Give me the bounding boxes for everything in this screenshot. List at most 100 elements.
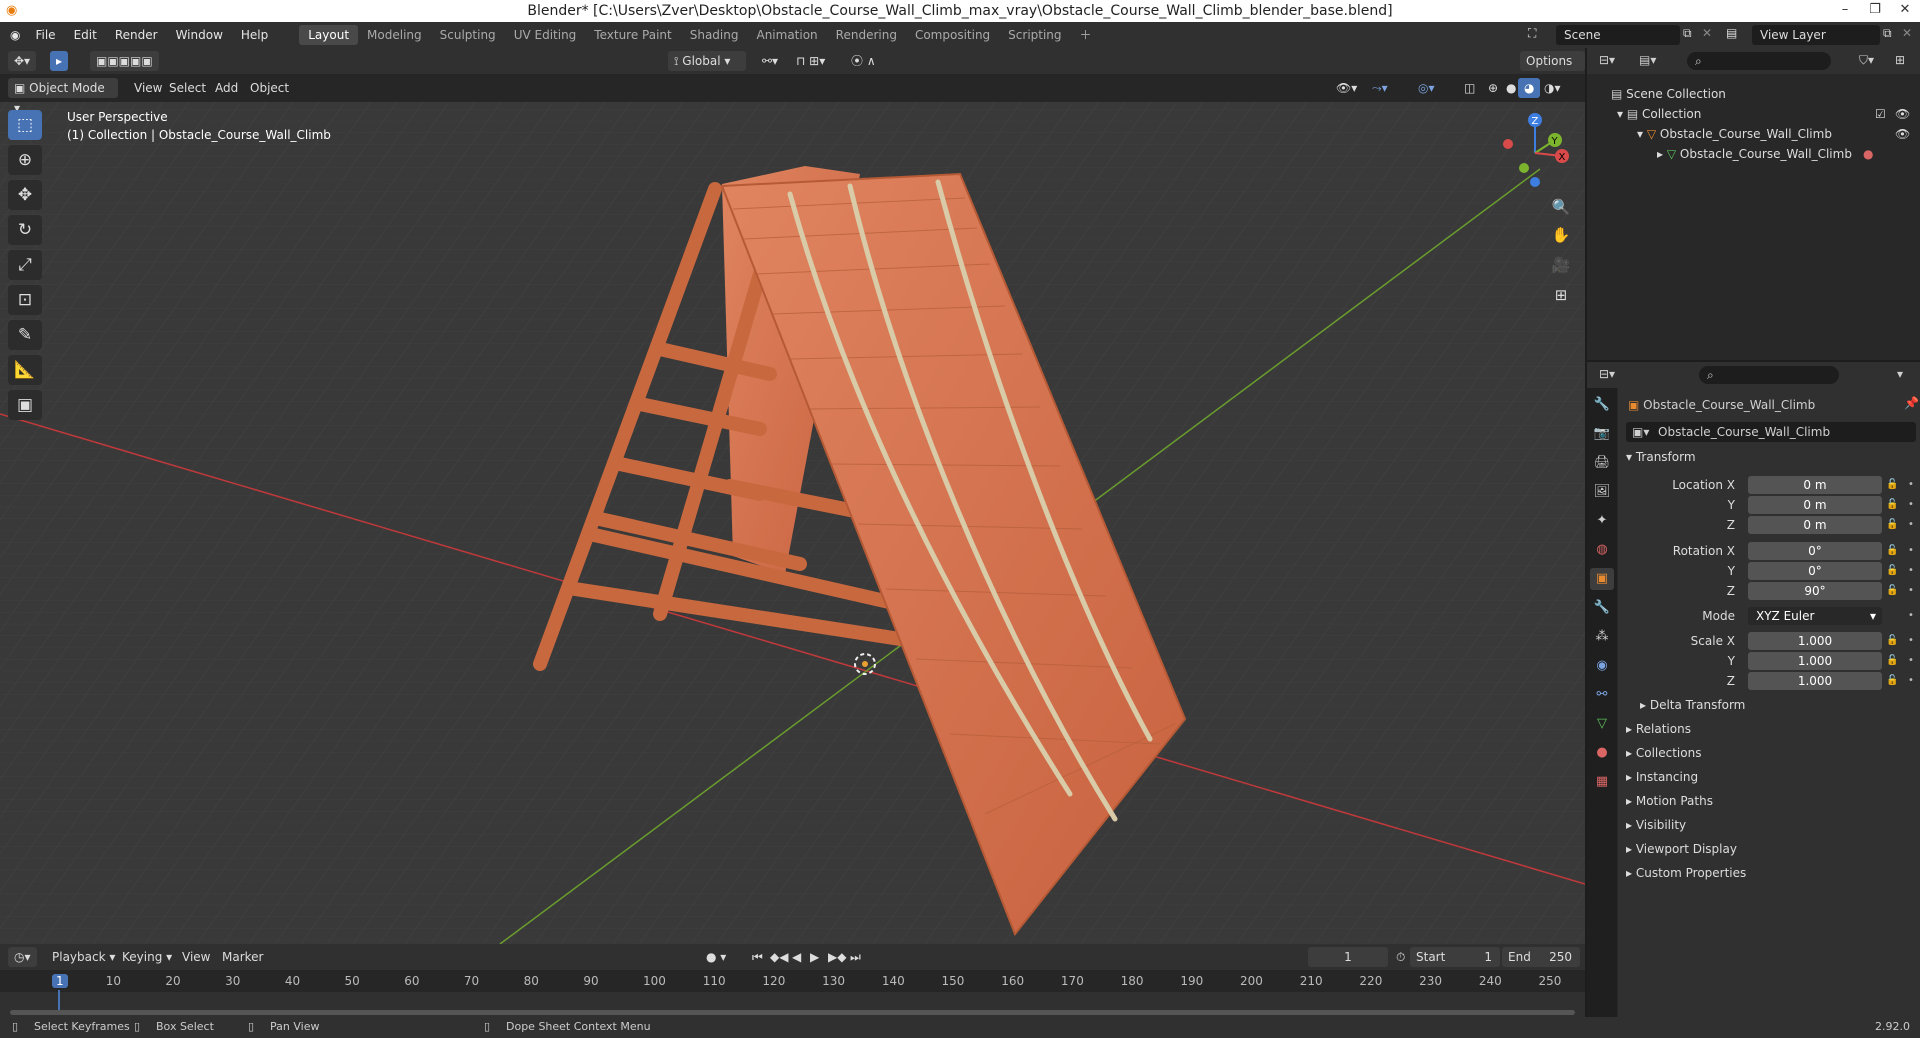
viewport-menu-add[interactable]: Add [209, 78, 244, 98]
tab-rendering[interactable]: Rendering [827, 25, 906, 45]
current-frame-field[interactable]: 1 [1308, 947, 1388, 967]
3d-viewport[interactable]: User Perspective (1) Collection | Obstac… [0, 74, 1585, 944]
minimize-icon[interactable]: – [1830, 0, 1860, 22]
viewport-display-panel[interactable]: ▸ Viewport Display [1626, 838, 1737, 860]
gizmo-icon[interactable]: ⤳▾ [1366, 78, 1394, 98]
rotation-mode-dropdown[interactable]: XYZ Euler ▾ [1748, 607, 1882, 625]
scene-tab-icon[interactable]: ✦ [1590, 510, 1614, 532]
scene-name-field[interactable]: Scene [1556, 25, 1680, 45]
motion-paths-panel[interactable]: ▸ Motion Paths [1626, 790, 1713, 812]
view-layer-field[interactable]: View Layer [1752, 25, 1880, 45]
timeline-menu-playback[interactable]: Playback ▾ [46, 947, 121, 967]
lock-icon[interactable]: 🔓 [1886, 582, 1898, 600]
lock-icon[interactable]: 🔓 [1886, 652, 1898, 670]
location-x-field[interactable]: 0 m [1748, 476, 1882, 494]
tab-layout[interactable]: Layout [299, 25, 359, 45]
keyframe-dot-icon[interactable]: • [1908, 542, 1914, 560]
custom-properties-panel[interactable]: ▸ Custom Properties [1626, 862, 1746, 884]
use-preview-range-icon[interactable]: ⏱ [1390, 947, 1411, 967]
start-frame-field[interactable]: Start 1 [1410, 947, 1500, 967]
new-view-layer-icon[interactable]: ⧉ [1883, 26, 1892, 41]
transform-tool-icon[interactable]: ⊡ [8, 285, 42, 315]
select-box-tool-icon[interactable]: ⬚ [8, 110, 42, 140]
lock-icon[interactable]: 🔓 [1886, 632, 1898, 650]
output-tab-icon[interactable]: 🖨 [1590, 452, 1614, 474]
properties-options-icon[interactable]: ▾ [1897, 367, 1903, 381]
keyframe-dot-icon[interactable]: • [1908, 632, 1914, 650]
scale-tool-icon[interactable]: ⤢ [8, 250, 42, 280]
expand-icon[interactable]: ▾ [1637, 127, 1647, 141]
new-scene-icon[interactable]: ⧉ [1683, 26, 1692, 41]
properties-editor-icon[interactable]: ⊟▾ [1599, 367, 1615, 381]
timeline-menu-marker[interactable]: Marker [216, 947, 269, 967]
rotation-y-field[interactable]: 0° [1748, 562, 1882, 580]
view-layer-icon[interactable]: ▤ [1726, 26, 1737, 40]
delta-transform-subpanel[interactable]: ▸ Delta Transform [1640, 694, 1745, 716]
pin-icon[interactable]: 📌 [1904, 396, 1919, 410]
tab-sculpting[interactable]: Sculpting [431, 25, 505, 45]
pan-hand-icon[interactable]: ✋ [1548, 222, 1574, 248]
instancing-panel[interactable]: ▸ Instancing [1626, 766, 1698, 788]
keyframe-dot-icon[interactable]: • [1908, 496, 1914, 514]
expand-icon[interactable]: ▾ [1617, 107, 1627, 121]
physics-tab-icon[interactable]: ◉ [1590, 655, 1614, 677]
location-z-field[interactable]: 0 m [1748, 516, 1882, 534]
tool-tab-icon[interactable]: 🔧 [1590, 394, 1614, 416]
keyframe-dot-icon[interactable]: • [1908, 476, 1914, 494]
scale-y-field[interactable]: 1.000 [1748, 652, 1882, 670]
timeline-ruler[interactable]: 1 10 20 30 40 50 60 70 80 90 100 110 120 130 140 150 160… [0, 970, 1585, 1015]
viewport-scene[interactable] [0, 74, 1585, 944]
xray-icon[interactable]: ◫ [1458, 78, 1481, 98]
object-mode-dropdown[interactable]: ▣ Object Mode ▾ [8, 78, 118, 115]
expand-icon[interactable]: ▸ [1657, 147, 1667, 161]
constraints-tab-icon[interactable]: ⚯ [1590, 684, 1614, 706]
cursor-tool-icon[interactable]: ⊕ [8, 145, 42, 175]
lock-icon[interactable]: 🔓 [1886, 516, 1898, 534]
lock-icon[interactable]: 🔓 [1886, 496, 1898, 514]
scene-selector-icon[interactable]: ⛶ [1528, 26, 1536, 41]
measure-tool-icon[interactable]: 📐 [8, 355, 42, 385]
select-tool-icon[interactable]: ▸ [50, 51, 69, 71]
timeline-editor-icon[interactable]: ◷▾ [8, 947, 37, 967]
keyframe-dot-icon[interactable]: • [1908, 516, 1914, 534]
texture-tab-icon[interactable]: ▦ [1590, 771, 1614, 793]
blender-menu-icon[interactable]: ◉ [0, 22, 26, 48]
transform-orientation-dropdown[interactable]: ⟟ Global ▾ [668, 51, 746, 71]
keyframe-dot-icon[interactable]: • [1908, 582, 1914, 600]
outliner-row-collection[interactable]: ▾ ▤ Collection ☑ 👁 [1587, 104, 1920, 124]
snap-icon[interactable]: ⊓ ⊞▾ [790, 51, 831, 71]
annotate-tool-icon[interactable]: ✎ [8, 320, 42, 350]
options-dropdown[interactable]: Options ▾ [1520, 51, 1585, 88]
move-tool-icon[interactable]: ✥ [8, 180, 42, 210]
transform-panel-header[interactable]: ▾ Transform [1626, 446, 1696, 468]
zoom-icon[interactable]: 🔍 [1548, 194, 1574, 220]
scale-z-field[interactable]: 1.000 [1748, 672, 1882, 690]
selection-mode-icons[interactable]: ▣▣▣▣▣ [90, 51, 159, 71]
menu-window[interactable]: Window [167, 22, 232, 48]
restore-icon[interactable]: ❐ [1860, 0, 1890, 22]
tab-animation[interactable]: Animation [747, 25, 826, 45]
overlay-icon[interactable]: ◎▾ [1412, 78, 1441, 98]
keyframe-dot-icon[interactable]: • [1908, 652, 1914, 670]
add-cube-tool-icon[interactable]: ▣ [8, 390, 42, 420]
relations-panel[interactable]: ▸ Relations [1626, 718, 1691, 740]
object-tab-icon[interactable]: ▣ [1590, 568, 1614, 590]
delete-view-layer-icon[interactable]: ✕ [1902, 26, 1912, 40]
outliner-editor-icon[interactable]: ⊟▾ [1599, 53, 1615, 67]
menu-render[interactable]: Render [106, 22, 167, 48]
outliner-row-scene-collection[interactable]: ▤ Scene Collection [1587, 84, 1920, 104]
filter-icon[interactable]: ⛉▾ [1859, 53, 1874, 68]
visibility-panel[interactable]: ▸ Visibility [1626, 814, 1686, 836]
modifier-tab-icon[interactable]: 🔧 [1590, 597, 1614, 619]
properties-search-input[interactable]: ⌕ [1699, 366, 1839, 384]
viewport-menu-select[interactable]: Select [163, 78, 212, 98]
outliner-row-mesh[interactable]: ▸ ▽ Obstacle_Course_Wall_Climb ● [1587, 144, 1920, 164]
end-frame-field[interactable]: End 250 [1502, 947, 1580, 967]
tab-modeling[interactable]: Modeling [358, 25, 431, 45]
object-name-field[interactable]: ▣▾ Obstacle_Course_Wall_Climb [1626, 422, 1916, 442]
exclude-checkbox-icon[interactable]: ☑ [1875, 104, 1886, 124]
outliner-search-input[interactable]: ⌕ [1687, 52, 1831, 70]
keyframe-dot-icon[interactable]: • [1908, 672, 1914, 690]
close-icon[interactable]: ✕ [1890, 0, 1920, 22]
tab-texture-paint[interactable]: Texture Paint [585, 25, 680, 45]
